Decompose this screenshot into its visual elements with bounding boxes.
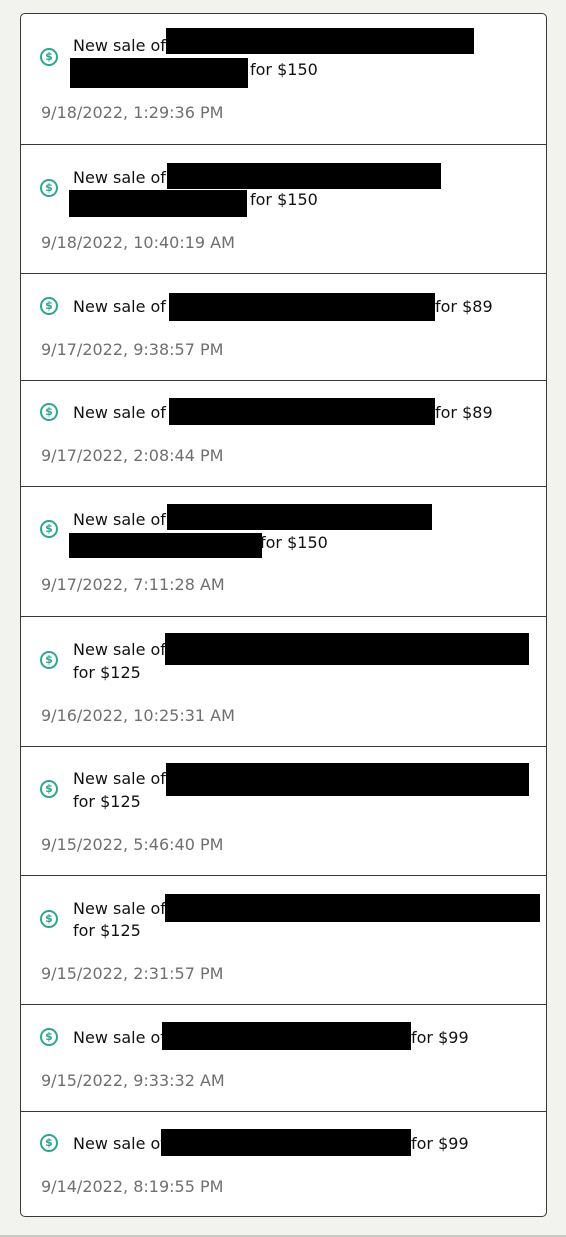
sale-text: New sale of — [73, 1134, 166, 1153]
dollar-circle-icon: $ — [40, 403, 58, 421]
dollar-circle-icon: $ — [40, 48, 58, 66]
redacted-product-name — [70, 58, 248, 88]
redacted-product-name — [166, 28, 474, 54]
sale-price: for $125 — [73, 663, 141, 682]
sale-price: for $150 — [260, 533, 328, 552]
sale-timestamp: 9/17/2022, 7:11:28 AM — [41, 575, 225, 594]
sale-price: for $99 — [411, 1028, 469, 1047]
notification-item[interactable]: $ New sale of for $150 9/17/2022, 7:11:2… — [21, 486, 546, 616]
sale-timestamp: 9/15/2022, 5:46:40 PM — [41, 835, 224, 854]
sale-price: for $125 — [73, 921, 141, 940]
dollar-circle-icon: $ — [40, 910, 58, 928]
sale-price: for $125 — [73, 792, 141, 811]
sale-price: for $89 — [435, 403, 493, 422]
sale-price: for $89 — [435, 297, 493, 316]
sale-text: New sale of — [73, 168, 166, 187]
redacted-product-name — [162, 1022, 411, 1050]
sale-timestamp: 9/18/2022, 1:29:36 PM — [41, 103, 224, 122]
notification-item[interactable]: $ New sale of for $89 9/17/2022, 9:38:57… — [21, 273, 546, 380]
notification-item[interactable]: $ New sale of for $150 9/18/2022, 1:29:3… — [21, 14, 546, 144]
redacted-product-name — [166, 763, 529, 796]
redacted-product-name — [165, 894, 540, 922]
dollar-circle-icon: $ — [40, 651, 58, 669]
redacted-product-name — [169, 398, 435, 425]
redacted-product-name — [167, 504, 432, 530]
dollar-circle-icon: $ — [40, 297, 58, 315]
sale-timestamp: 9/14/2022, 8:19:55 PM — [41, 1177, 224, 1196]
sale-price: for $150 — [250, 60, 318, 79]
notification-item[interactable]: $ New sale of for $150 9/18/2022, 10:40:… — [21, 144, 546, 273]
notification-item[interactable]: $ New sale of for $99 9/15/2022, 9:33:32… — [21, 1004, 546, 1111]
sale-text: New sale of — [73, 769, 166, 788]
dollar-circle-icon: $ — [40, 520, 58, 538]
dollar-circle-icon: $ — [40, 780, 58, 798]
sale-text: New sale of — [73, 640, 166, 659]
sale-text: New sale of — [73, 899, 166, 918]
notification-item[interactable]: $ New sale of for $125 9/15/2022, 2:31:5… — [21, 875, 546, 1004]
sale-timestamp: 9/17/2022, 2:08:44 PM — [41, 446, 224, 465]
redacted-product-name — [69, 533, 262, 558]
dollar-circle-icon: $ — [40, 1134, 58, 1152]
notification-item[interactable]: $ New sale of for $89 9/17/2022, 2:08:44… — [21, 380, 546, 486]
sale-text: New sale of — [73, 297, 166, 316]
sales-notification-list: $ New sale of for $150 9/18/2022, 1:29:3… — [20, 13, 547, 1217]
dollar-circle-icon: $ — [40, 179, 58, 197]
redacted-product-name — [161, 1129, 411, 1156]
redacted-product-name — [69, 190, 247, 217]
notification-item[interactable]: $ New sale of for $125 9/16/2022, 10:25:… — [21, 616, 546, 746]
notification-item[interactable]: $ New sale of for $99 9/14/2022, 8:19:55… — [21, 1111, 546, 1216]
sale-timestamp: 9/17/2022, 9:38:57 PM — [41, 340, 224, 359]
redacted-product-name — [167, 163, 441, 189]
sale-text: New sale of — [73, 510, 166, 529]
sale-timestamp: 9/15/2022, 9:33:32 AM — [41, 1071, 225, 1090]
sale-text: New sale of — [73, 403, 166, 422]
dollar-circle-icon: $ — [40, 1028, 58, 1046]
notification-item[interactable]: $ New sale of for $125 9/15/2022, 5:46:4… — [21, 746, 546, 875]
redacted-product-name — [169, 293, 435, 321]
sale-timestamp: 9/16/2022, 10:25:31 AM — [41, 706, 235, 725]
sale-timestamp: 9/18/2022, 10:40:19 AM — [41, 233, 235, 252]
sale-text: New sale of — [73, 36, 166, 55]
sale-price: for $99 — [411, 1134, 469, 1153]
redacted-product-name — [165, 633, 529, 665]
sale-timestamp: 9/15/2022, 2:31:57 PM — [41, 964, 224, 983]
sale-text: New sale of — [73, 1028, 166, 1047]
sale-price: for $150 — [250, 190, 318, 209]
